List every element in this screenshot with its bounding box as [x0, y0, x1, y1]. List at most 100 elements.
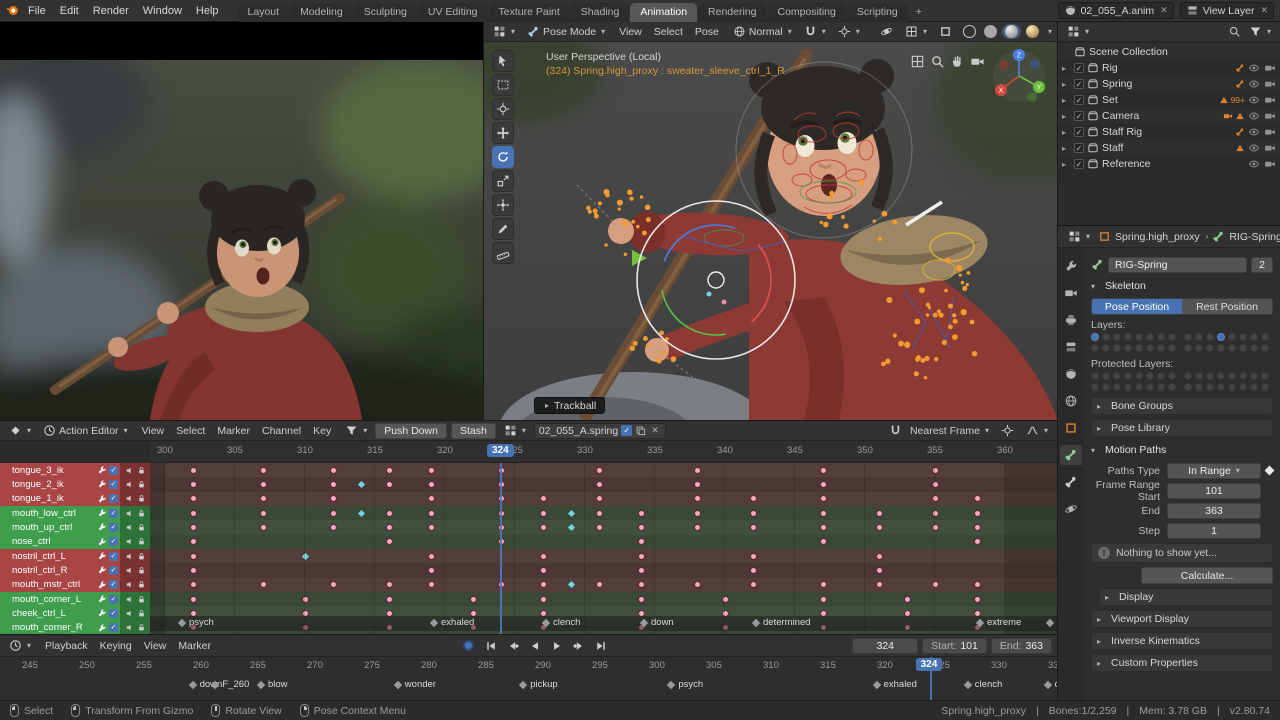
menu-file[interactable]: File: [21, 3, 53, 19]
layer-dot-30[interactable]: [1250, 344, 1258, 352]
keyframe[interactable]: [595, 495, 603, 503]
modifier-wrench-icon[interactable]: [97, 537, 107, 547]
layer-dot-12[interactable]: [1228, 333, 1236, 341]
channel-mouth-mstr-ctrl[interactable]: mouth_mstr_ctrl ✓: [0, 577, 150, 592]
keyframe[interactable]: [329, 581, 337, 589]
mute-icon[interactable]: [125, 537, 134, 546]
editor-type-button[interactable]: ▾: [1063, 24, 1093, 39]
xray-toggle-icon[interactable]: [935, 24, 956, 39]
channel-enable-checkbox[interactable]: ✓: [109, 522, 118, 532]
layer-dot-8[interactable]: [1184, 333, 1192, 341]
keyframe[interactable]: [539, 595, 547, 603]
timeline-ruler[interactable]: 245 250 255 260 265 270 275 280 285 290 295 300 305 3…: [0, 657, 1057, 700]
menu-window[interactable]: Window: [136, 3, 189, 19]
menu-render[interactable]: Render: [86, 3, 136, 19]
channel-enable-checkbox[interactable]: ✓: [109, 537, 118, 547]
pan-hand-icon[interactable]: [950, 54, 965, 69]
keyframe[interactable]: [875, 581, 883, 589]
layer-dot-15[interactable]: [1261, 372, 1269, 380]
lock-icon[interactable]: [137, 566, 146, 575]
layer-dot-21[interactable]: [1146, 383, 1154, 391]
camera-toggle-icon[interactable]: [1264, 78, 1276, 90]
layer-dot-14[interactable]: [1250, 372, 1258, 380]
tl-marker-down[interactable]: down: [1043, 679, 1057, 690]
prev-keyframe-button[interactable]: [503, 638, 523, 654]
keyframe[interactable]: [693, 581, 701, 589]
modifier-wrench-icon[interactable]: [97, 479, 107, 489]
panel-inverse-kinematics[interactable]: ▸ Inverse Kinematics: [1091, 632, 1273, 650]
layer-dot-31[interactable]: [1261, 344, 1269, 352]
layer-dot-22[interactable]: [1157, 383, 1165, 391]
properties-tab-physics[interactable]: [1060, 499, 1082, 519]
field-step[interactable]: 1: [1167, 522, 1261, 539]
keyframe[interactable]: [595, 581, 603, 589]
dopesheet-menu-key[interactable]: Key: [307, 424, 337, 438]
channel-tongue-2-ik[interactable]: tongue_2_ik ✓: [0, 477, 150, 492]
layer-dot-28[interactable]: [1228, 383, 1236, 391]
layer-dot-29[interactable]: [1239, 383, 1247, 391]
layer-dot-24[interactable]: [1184, 344, 1192, 352]
keyframe[interactable]: [189, 552, 197, 560]
layer-dot-0[interactable]: [1091, 372, 1099, 380]
filter-icon[interactable]: ▾: [1245, 24, 1275, 39]
field-frame-range-start[interactable]: 101: [1167, 482, 1261, 499]
workspace-tab-texture-paint[interactable]: Texture Paint: [488, 2, 570, 22]
tool-measure[interactable]: [492, 242, 514, 264]
keyframe[interactable]: [189, 595, 197, 603]
layer-dot-5[interactable]: [1146, 333, 1154, 341]
layer-dot-15[interactable]: [1261, 333, 1269, 341]
modifier-wrench-icon[interactable]: [97, 465, 107, 475]
tool-rotate[interactable]: [492, 146, 514, 168]
view-layer-selector[interactable]: View Layer ✕: [1179, 2, 1274, 19]
keyframe[interactable]: [539, 552, 547, 560]
disclosure-triangle[interactable]: ▸: [1062, 128, 1071, 137]
keyframe[interactable]: [875, 566, 883, 574]
panel-custom-properties[interactable]: ▸ Custom Properties: [1091, 654, 1273, 672]
keyframe[interactable]: [875, 552, 883, 560]
eye-toggle-icon[interactable]: [1248, 94, 1260, 106]
frame-start-field[interactable]: Start: 101: [922, 637, 987, 654]
layer-dot-9[interactable]: [1195, 333, 1203, 341]
play-reverse-button[interactable]: [525, 638, 545, 654]
camera-preview-viewport[interactable]: [0, 22, 483, 420]
keyframe[interactable]: [749, 581, 757, 589]
channel-cheek-ctrl-l[interactable]: cheek_ctrl_L ✓: [0, 606, 150, 621]
keyframe[interactable]: [931, 523, 939, 531]
layer-dot-12[interactable]: [1228, 372, 1236, 380]
keyframe[interactable]: [189, 581, 197, 589]
timeline-menu-playback[interactable]: Playback: [39, 639, 94, 653]
keyframe[interactable]: [427, 566, 435, 574]
current-frame-badge[interactable]: 324: [487, 444, 514, 457]
modifier-wrench-icon[interactable]: [97, 580, 107, 590]
eye-toggle-icon[interactable]: [1248, 62, 1260, 74]
viewport-menu-pose[interactable]: Pose: [689, 25, 725, 39]
keyframe[interactable]: [189, 480, 197, 488]
keyframe[interactable]: [973, 595, 981, 603]
eye-toggle-icon[interactable]: [1248, 78, 1260, 90]
channel-enable-checkbox[interactable]: ✓: [109, 551, 118, 561]
shading-solid-button[interactable]: [981, 24, 1000, 39]
modifier-wrench-icon[interactable]: [97, 551, 107, 561]
outliner-row-staff-rig[interactable]: ▸ ✓ Staff Rig: [1058, 124, 1280, 140]
modifier-wrench-icon[interactable]: [97, 608, 107, 618]
channel-tongue-1-ik[interactable]: tongue_1_ik ✓: [0, 491, 150, 506]
keyframe[interactable]: [973, 581, 981, 589]
channel-nostril-ctrl-r[interactable]: nostril_ctrl_R ✓: [0, 563, 150, 578]
keyframe[interactable]: [637, 509, 645, 517]
breakdown-keyframe[interactable]: [357, 509, 365, 517]
keyframe[interactable]: [595, 466, 603, 474]
collection-checkbox[interactable]: ✓: [1074, 95, 1084, 105]
layer-dot-11[interactable]: [1217, 333, 1225, 341]
keyframe[interactable]: [259, 495, 267, 503]
breakdown-keyframe[interactable]: [567, 523, 575, 532]
breakdown-keyframe[interactable]: [567, 581, 575, 589]
keyframe[interactable]: [693, 480, 701, 488]
layer-dot-7[interactable]: [1168, 333, 1176, 341]
channel-enable-checkbox[interactable]: ✓: [109, 479, 118, 489]
proportional-icon[interactable]: [997, 423, 1018, 438]
layer-dot-26[interactable]: [1206, 383, 1214, 391]
properties-tab-object[interactable]: [1060, 418, 1082, 438]
keyframe[interactable]: [427, 495, 435, 503]
keyframe[interactable]: [595, 480, 603, 488]
action-editor-icon[interactable]: ▾: [500, 423, 530, 438]
